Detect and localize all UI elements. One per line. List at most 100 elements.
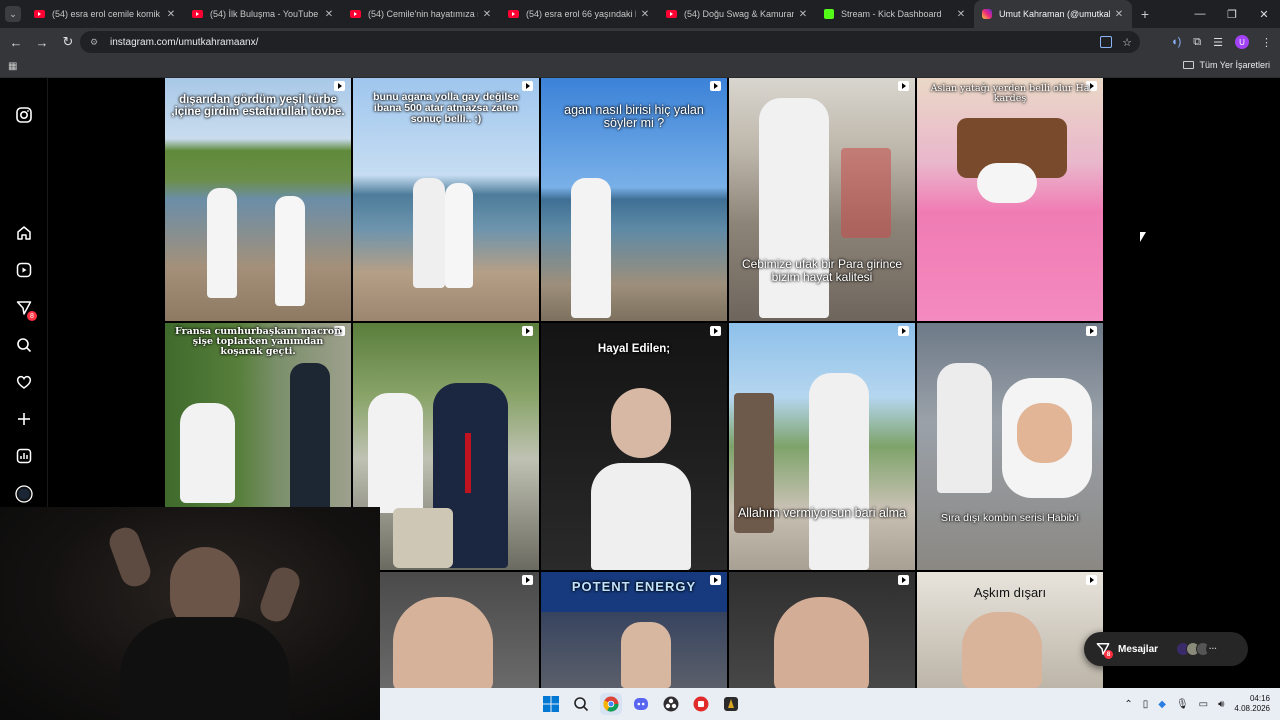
obs-icon[interactable] — [660, 693, 682, 715]
message-avatars: ··· — [1176, 642, 1221, 656]
search-icon[interactable] — [15, 336, 33, 354]
browser-tab[interactable]: (54) İlk Buluşma - YouTube ✕ — [184, 0, 342, 28]
reel-icon — [522, 575, 533, 585]
shield-icon[interactable]: ◆ — [1158, 699, 1166, 710]
tab-search-button[interactable]: ⌄ — [0, 0, 26, 28]
close-icon[interactable]: ✕ — [324, 9, 334, 20]
insights-icon[interactable] — [15, 447, 33, 465]
browser-toolbar: ← → ↻ ⚙ instagram.com/umutkahramaanx/ ☆ … — [0, 28, 1280, 56]
address-bar[interactable]: ⚙ instagram.com/umutkahramaanx/ ☆ — [80, 31, 1140, 53]
chevron-up-icon[interactable]: ⌃ — [1124, 699, 1132, 710]
instagram-logo-icon[interactable] — [15, 106, 33, 124]
site-info-icon[interactable]: ⚙ — [90, 37, 100, 47]
all-bookmarks-button[interactable]: Tüm Yer İşaretleri — [1183, 60, 1270, 70]
usb-icon[interactable]: ▯ — [1143, 699, 1149, 710]
display-icon[interactable]: ▭ — [1199, 699, 1208, 710]
profile-avatar[interactable]: U — [1235, 35, 1249, 49]
post-caption: agan nasıl birisi hiç yalan söyler mi ? — [564, 103, 704, 131]
browser-tab[interactable]: (54) Cemile'nin hayatımıza renk katan ✕ — [342, 0, 500, 28]
minimize-icon[interactable]: — — [1184, 8, 1216, 20]
reel-thumbnail[interactable]: Cebimize ufak bir Para girince bizim hay… — [729, 78, 915, 321]
instagram-icon — [982, 9, 992, 19]
messages-button[interactable]: 8 Mesajlar ··· — [1084, 632, 1248, 666]
reel-thumbnail[interactable]: POTENT ENERGY — [541, 572, 727, 688]
volume-icon[interactable]: 🔊︎ — [1218, 699, 1224, 710]
close-icon[interactable]: ✕ — [956, 9, 966, 20]
bookmark-star-icon[interactable]: ☆ — [1122, 36, 1132, 49]
post-caption: Cebimize ufak bir Para girince bizim hay… — [741, 257, 903, 284]
reel-thumbnail[interactable]: Aslan yatağı yerden belli olur Ha kardeş — [917, 78, 1103, 321]
extension-sound-icon[interactable]: ◖) — [1171, 36, 1181, 48]
reel-thumbnail[interactable]: agan nasıl birisi hiç yalan söyler mi ? — [541, 78, 727, 321]
browser-tab-active[interactable]: Umut Kahraman (@umutkahramaanx) ✕ — [974, 0, 1132, 28]
extensions-icon[interactable]: ⧉ — [1193, 36, 1201, 49]
post-caption: dışarıdan gördüm yeşil türbe ,içine gird… — [171, 94, 345, 119]
close-window-icon[interactable]: ✕ — [1248, 8, 1280, 21]
reel-thumbnail[interactable]: bunu agana yolla gay değilse ibana 500 a… — [353, 78, 539, 321]
back-icon[interactable]: ← — [4, 35, 28, 50]
tab-title: (54) Cemile'nin hayatımıza renk katan — [368, 9, 478, 19]
bookmarks-bar: ▦ Tüm Yer İşaretleri — [0, 56, 1280, 78]
close-icon[interactable]: ✕ — [482, 9, 492, 20]
all-bookmarks-label: Tüm Yer İşaretleri — [1199, 60, 1270, 70]
reel-thumbnail[interactable]: Aşkım dışarı — [917, 572, 1103, 688]
clock-date: 4.08.2026 — [1234, 704, 1270, 713]
browser-tab[interactable]: Stream - Kick Dashboard ✕ — [816, 0, 974, 28]
post-caption: Allahım vermiyorsun bari alma — [737, 506, 907, 520]
close-icon[interactable]: ✕ — [1114, 9, 1124, 20]
reel-thumbnail[interactable]: Sıra dışı kombin serisi Habib'i — [917, 323, 1103, 570]
reload-icon[interactable]: ↻ — [56, 34, 80, 50]
reel-thumbnail[interactable] — [729, 572, 915, 688]
chrome-icon[interactable] — [600, 693, 622, 715]
system-clock[interactable]: 04:16 4.08.2026 — [1234, 694, 1270, 715]
post-caption: Hayal Edilen; — [597, 343, 671, 355]
direct-messages-icon[interactable]: 8 — [15, 299, 37, 321]
tab-title: Umut Kahraman (@umutkahramaanx) — [999, 9, 1110, 19]
direct-messages-icon: 8 — [1096, 642, 1113, 659]
close-icon[interactable]: ✕ — [798, 9, 808, 20]
recording-app-icon[interactable] — [690, 693, 712, 715]
reel-thumbnail[interactable] — [353, 572, 539, 688]
youtube-icon — [508, 10, 519, 18]
discord-icon[interactable] — [630, 693, 652, 715]
kick-icon — [824, 9, 834, 19]
home-icon[interactable] — [15, 224, 33, 242]
reels-icon[interactable] — [15, 261, 33, 279]
reel-icon — [1086, 575, 1097, 585]
notifications-heart-icon[interactable] — [15, 373, 33, 391]
create-plus-icon[interactable] — [15, 410, 33, 428]
translate-icon[interactable] — [1100, 36, 1113, 48]
tab-title: (54) Doğu Swag & Kamuran Akkor — [684, 9, 794, 19]
url-text: instagram.com/umutkahramaanx/ — [110, 36, 259, 48]
search-icon[interactable] — [570, 693, 592, 715]
chevron-down-icon: ⌄ — [5, 6, 21, 22]
maximize-icon[interactable]: ❐ — [1216, 8, 1248, 21]
browser-tab[interactable]: (54) esra erol 66 yaşındaki kübra ✕ — [500, 0, 658, 28]
profile-avatar-icon[interactable] — [15, 485, 33, 503]
reel-icon — [522, 81, 533, 91]
folder-icon — [1183, 61, 1195, 69]
reel-icon — [710, 81, 721, 91]
new-tab-button[interactable]: + — [1132, 6, 1158, 22]
reel-icon — [334, 81, 345, 91]
reel-thumbnail[interactable]: dışarıdan gördüm yeşil türbe ,içine gird… — [165, 78, 351, 321]
messages-badge: 8 — [1104, 650, 1113, 659]
reel-thumbnail[interactable] — [353, 323, 539, 570]
browser-tab[interactable]: (54) esra erol cemile komik sahne ✕ — [26, 0, 184, 28]
browser-tab[interactable]: (54) Doğu Swag & Kamuran Akkor ✕ — [658, 0, 816, 28]
forward-icon[interactable]: → — [30, 35, 54, 50]
apps-grid-icon[interactable]: ▦ — [8, 61, 17, 72]
post-caption: Aşkım dışarı — [973, 585, 1047, 600]
close-icon[interactable]: ✕ — [166, 9, 176, 20]
media-icon[interactable]: ☰ — [1213, 36, 1223, 49]
close-icon[interactable]: ✕ — [640, 9, 650, 20]
microphone-icon[interactable]: 🎙︎ — [1176, 699, 1189, 710]
game-launcher-icon[interactable] — [720, 693, 742, 715]
menu-icon[interactable]: ⋮ — [1261, 36, 1272, 49]
windows-taskbar: ⌃ ▯ ◆ 🎙︎ ▭ 🔊︎ 04:16 4.08.2026 — [380, 688, 1280, 720]
more-icon: ··· — [1206, 642, 1221, 656]
reel-thumbnail[interactable]: Hayal Edilen; — [541, 323, 727, 570]
windows-start-icon[interactable] — [540, 693, 562, 715]
tab-bar: ⌄ (54) esra erol cemile komik sahne ✕ (54… — [0, 0, 1280, 28]
reel-thumbnail[interactable]: Allahım vermiyorsun bari alma — [729, 323, 915, 570]
